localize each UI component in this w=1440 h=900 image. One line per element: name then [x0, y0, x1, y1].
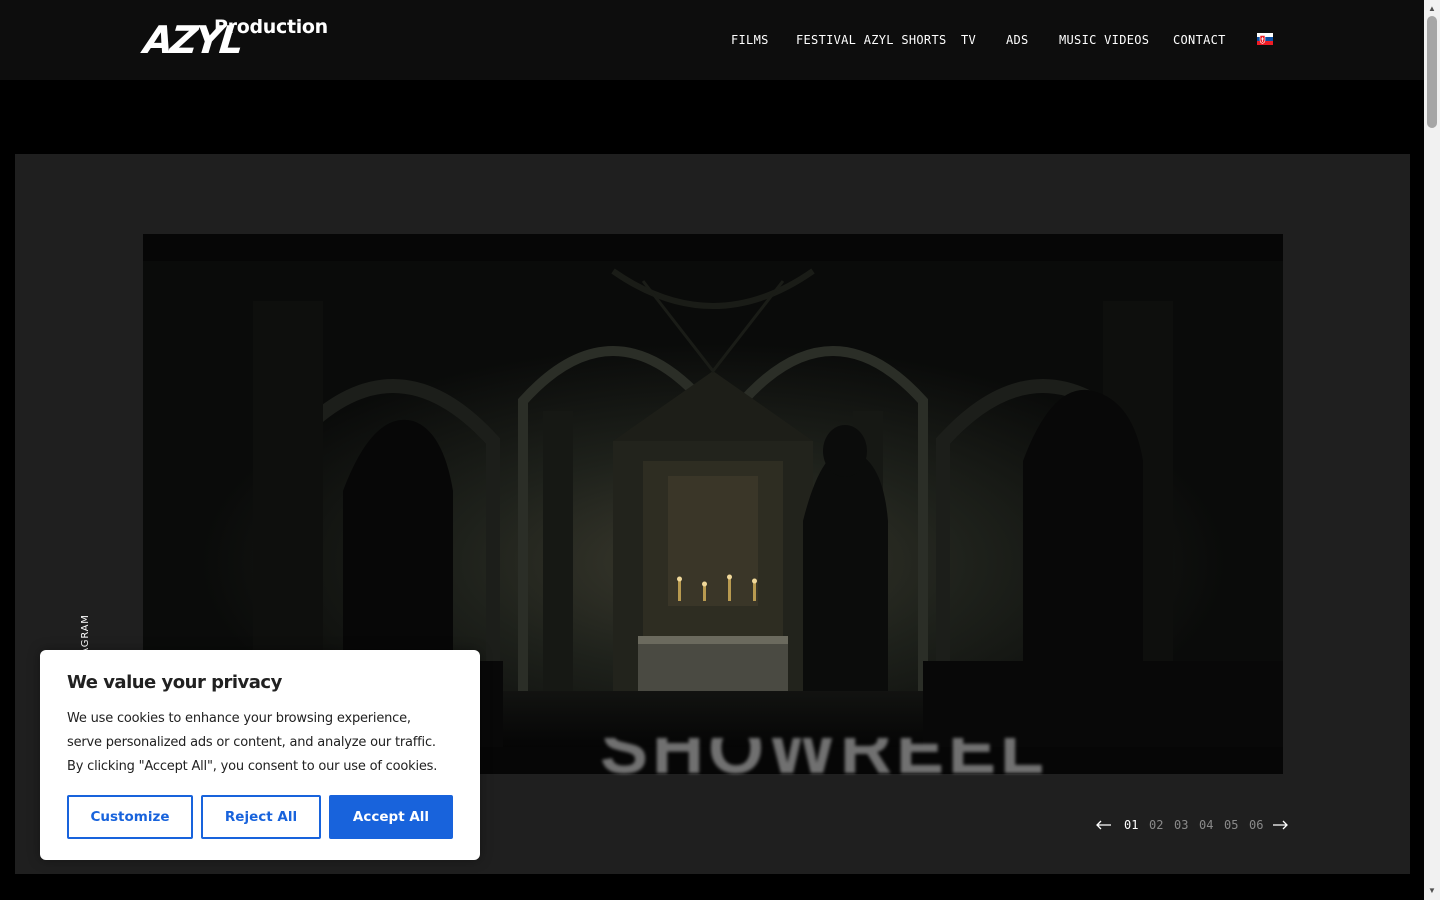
page-06[interactable]: 06	[1249, 818, 1263, 832]
accept-all-button[interactable]: Accept All	[329, 795, 453, 839]
main-nav: FILMS FESTIVAL AZYL SHORTS TV ADS MUSIC …	[0, 31, 1424, 49]
scroll-down-icon[interactable]: ▼	[1424, 884, 1440, 898]
scroll-thumb[interactable]	[1427, 16, 1437, 128]
customize-button[interactable]: Customize	[67, 795, 193, 839]
page-05[interactable]: 05	[1224, 818, 1238, 832]
cookie-consent-banner: We value your privacy We use cookies to …	[40, 650, 480, 860]
nav-festival-azyl-shorts[interactable]: FESTIVAL AZYL SHORTS	[796, 31, 947, 49]
page-01[interactable]: 01	[1124, 818, 1138, 832]
cookie-title: We value your privacy	[67, 672, 282, 693]
arrow-right-icon[interactable]	[1270, 815, 1290, 835]
nav-films[interactable]: FILMS	[731, 31, 769, 49]
arrow-left-icon[interactable]	[1094, 815, 1114, 835]
site-header: AZYL Production FILMS FESTIVAL AZYL SHOR…	[0, 0, 1424, 80]
page-scrollbar[interactable]: ▲ ▼	[1424, 0, 1440, 900]
cookie-text: We use cookies to enhance your browsing …	[67, 711, 438, 774]
hero-title: SHOWREEL	[600, 738, 1049, 778]
nav-tv[interactable]: TV	[961, 31, 976, 49]
nav-ads[interactable]: ADS	[1006, 31, 1029, 49]
page-03[interactable]: 03	[1174, 818, 1188, 832]
reject-all-button[interactable]: Reject All	[201, 795, 321, 839]
nav-music-videos[interactable]: MUSIC VIDEOS	[1059, 31, 1149, 49]
scroll-up-icon[interactable]: ▲	[1424, 2, 1440, 16]
page-04[interactable]: 04	[1199, 818, 1213, 832]
page-02[interactable]: 02	[1149, 818, 1163, 832]
slovak-flag-icon[interactable]	[1257, 33, 1273, 45]
nav-contact[interactable]: CONTACT	[1173, 31, 1226, 49]
